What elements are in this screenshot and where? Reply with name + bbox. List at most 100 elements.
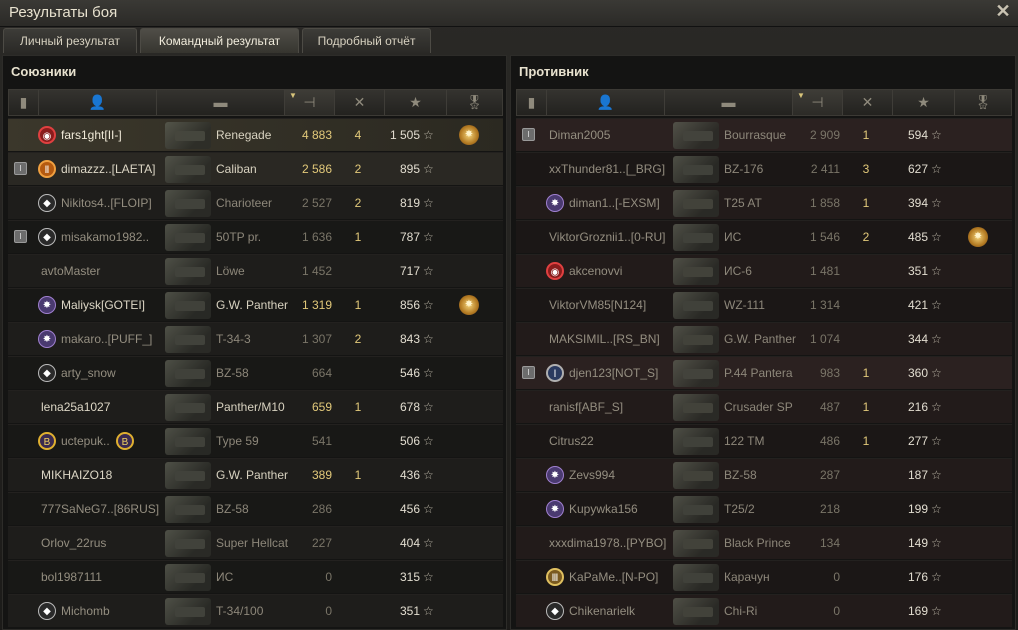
- xp-value: 485: [907, 230, 928, 244]
- star-icon: ☆: [423, 604, 434, 618]
- enemies-header-player[interactable]: 👤: [547, 90, 665, 115]
- xp-value: 216: [907, 400, 928, 414]
- damage-value: 134: [819, 536, 840, 550]
- xp-value: 421: [907, 298, 928, 312]
- table-row[interactable]: 777SaNeG7..[86RUS] BZ-58 286 456 ☆: [8, 492, 503, 525]
- player-name[interactable]: xxThunder81..[_BRG]: [549, 153, 672, 186]
- player-name[interactable]: MIKHAIZO18: [41, 459, 164, 492]
- table-row[interactable]: ✸ Maliysk[GOTEI] G.W. Panther 1 319 1 856 ☆ ✸: [8, 288, 503, 321]
- allies-header-medals[interactable]: 🎖: [447, 90, 502, 115]
- table-row[interactable]: Buctepuk.. B Type 59 541 506 ☆: [8, 424, 503, 457]
- table-row[interactable]: I Ⅰdjen123[NOT_S] P.44 Pantera 983 1 360 ☆: [516, 356, 1012, 389]
- table-row[interactable]: MIKHAIZO18 G.W. Panther 389 1 436 ☆: [8, 458, 503, 491]
- star-icon: ☆: [931, 468, 942, 482]
- star-icon: ☆: [423, 400, 434, 414]
- player-name[interactable]: diman1..[-EXSM]: [569, 187, 672, 220]
- damage-value: 2 586: [301, 162, 332, 176]
- player-name[interactable]: ViktorVM85[N124]: [549, 289, 672, 322]
- player-name[interactable]: misakamo1982..: [61, 221, 164, 254]
- player-name[interactable]: 777SaNeG7..[86RUS]: [41, 493, 164, 526]
- tab-detailed-report[interactable]: Подробный отчёт: [302, 28, 431, 53]
- player-name[interactable]: akcenovvi: [569, 255, 672, 288]
- table-row[interactable]: ✸ Kupywka156 T25/2 218 199 ☆: [516, 492, 1012, 525]
- table-row[interactable]: ✸ diman1..[-EXSM] T25 AT 1 858 1 394 ☆: [516, 186, 1012, 219]
- allies-header-platoon[interactable]: ▮: [9, 90, 39, 115]
- player-name[interactable]: lena25a1027: [41, 391, 164, 424]
- allies-header-xp[interactable]: ★: [385, 90, 447, 115]
- table-row[interactable]: MAKSIMIL..[RS_BN] G.W. Panther 1 074 344 ☆: [516, 322, 1012, 355]
- player-name[interactable]: Kupywka156: [569, 493, 672, 526]
- allies-header-damage[interactable]: ⊣ ▼: [285, 90, 335, 115]
- enemies-header-kills[interactable]: ✕: [843, 90, 893, 115]
- table-row[interactable]: ◆ arty_snow BZ-58 664 546 ☆: [8, 356, 503, 389]
- table-row[interactable]: xxThunder81..[_BRG] BZ-176 2 411 3 627 ☆: [516, 152, 1012, 185]
- enemies-panel: Противник ▮ 👤 ▬ ⊣ ▼ ✕ ★ 🎖 I Diman2005 Bourrasque 2…: [510, 55, 1016, 630]
- table-row[interactable]: ✸ makaro..[PUFF_] T-34-3 1 307 2 843 ☆: [8, 322, 503, 355]
- table-row[interactable]: ◉ akcenovvi ИС-6 1 481 351 ☆: [516, 254, 1012, 287]
- player-name[interactable]: makaro..[PUFF_]: [61, 323, 164, 356]
- table-row[interactable]: Citrus22 122 TM 486 1 277 ☆: [516, 424, 1012, 457]
- table-row[interactable]: ✸ Zevs994 BZ-58 287 187 ☆: [516, 458, 1012, 491]
- allies-header-kills[interactable]: ✕: [335, 90, 385, 115]
- tank-image: [673, 598, 719, 625]
- player-name[interactable]: xxxdima1978..[PYBO]: [549, 527, 672, 560]
- player-name[interactable]: Zevs994: [569, 459, 672, 492]
- player-name[interactable]: fars1ght[II-]: [61, 119, 164, 152]
- tank-image: [165, 530, 211, 557]
- player-name[interactable]: MAKSIMIL..[RS_BN]: [549, 323, 672, 356]
- table-row[interactable]: Ⅲ KaPaMe..[N-PO] Карачун 0 176 ☆: [516, 560, 1012, 593]
- table-row[interactable]: I Diman2005 Bourrasque 2 909 1 594 ☆: [516, 118, 1012, 151]
- player-name[interactable]: avtoMaster: [41, 255, 164, 288]
- tab-personal-result[interactable]: Личный результат: [3, 28, 137, 53]
- tank-image: [673, 428, 719, 455]
- xp-value: 351: [907, 264, 928, 278]
- table-row[interactable]: ◆ Chikenarielk Chi-Ri 0 169 ☆: [516, 594, 1012, 627]
- close-icon[interactable]: ✕: [994, 2, 1012, 20]
- table-row[interactable]: ◆ Nikitos4..[FLOIP] Charioteer 2 527 2 819 ☆: [8, 186, 503, 219]
- table-row[interactable]: ViktorGroznii1..[0-RU] ИС 1 546 2 485 ☆ ✸: [516, 220, 1012, 253]
- player-name[interactable]: Citrus22: [549, 425, 672, 458]
- allies-header-player[interactable]: 👤: [39, 90, 157, 115]
- table-row[interactable]: I Ⅱdimazzz..[LAETA] Caliban 2 586 2 895 ☆: [8, 152, 503, 185]
- table-row[interactable]: Orlov_22rus Super Hellcat 227 404 ☆: [8, 526, 503, 559]
- damage-value: 1 307: [301, 332, 332, 346]
- player-name[interactable]: ranisf[ABF_S]: [549, 391, 672, 424]
- medal-icon[interactable]: ✸: [459, 125, 479, 145]
- enemies-header-platoon[interactable]: ▮: [517, 90, 547, 115]
- player-name[interactable]: ViktorGroznii1..[0-RU]: [549, 221, 672, 254]
- medal-icon[interactable]: ✸: [459, 295, 479, 315]
- tank-image: [165, 496, 211, 523]
- player-name[interactable]: djen123[NOT_S]: [569, 357, 672, 390]
- table-row[interactable]: ◆ Michomb T-34/100 0 351 ☆: [8, 594, 503, 627]
- enemies-header-damage[interactable]: ⊣ ▼: [793, 90, 843, 115]
- enemies-header-vehicle[interactable]: ▬: [665, 90, 793, 115]
- player-name[interactable]: Orlov_22rus: [41, 527, 164, 560]
- damage-value: 1 858: [809, 196, 840, 210]
- medal-icon[interactable]: ✸: [968, 227, 988, 247]
- allies-header-vehicle[interactable]: ▬: [157, 90, 285, 115]
- player-name[interactable]: arty_snow: [61, 357, 164, 390]
- table-row[interactable]: ranisf[ABF_S] Crusader SP 487 1 216 ☆: [516, 390, 1012, 423]
- table-row[interactable]: I ◆ misakamo1982.. 50TP pr. 1 636 1 787 ☆: [8, 220, 503, 253]
- table-row[interactable]: ◉ fars1ght[II-] Renegade 4 883 4 1 505 ☆ ✸: [8, 118, 503, 151]
- player-name[interactable]: Chikenarielk: [569, 595, 672, 628]
- enemies-header-xp[interactable]: ★: [893, 90, 955, 115]
- table-row[interactable]: xxxdima1978..[PYBO] Black Prince 134 149 ☆: [516, 526, 1012, 559]
- tab-team-result[interactable]: Командный результат: [140, 28, 299, 53]
- player-name[interactable]: bol1987111: [41, 561, 164, 594]
- xp-value: 199: [907, 502, 928, 516]
- player-name[interactable]: Michomb: [61, 595, 164, 628]
- table-row[interactable]: bol1987111 ИС 0 315 ☆: [8, 560, 503, 593]
- xp-value: 436: [399, 468, 420, 482]
- player-name[interactable]: Nikitos4..[FLOIP]: [61, 187, 164, 220]
- player-name[interactable]: Maliysk[GOTEI]: [61, 289, 164, 322]
- player-name[interactable]: Diman2005: [549, 119, 672, 152]
- enemies-header-medals[interactable]: 🎖: [955, 90, 1011, 115]
- xp-value: 787: [399, 230, 420, 244]
- player-name[interactable]: KaPaMe..[N-PO]: [569, 561, 672, 594]
- table-row[interactable]: ViktorVM85[N124] WZ-111 1 314 421 ☆: [516, 288, 1012, 321]
- table-row[interactable]: avtoMaster Löwe 1 452 717 ☆: [8, 254, 503, 287]
- table-row[interactable]: lena25a1027 Panther/M10 659 1 678 ☆: [8, 390, 503, 423]
- player-name[interactable]: dimazzz..[LAETA]: [61, 153, 164, 186]
- player-name[interactable]: uctepuk..: [61, 425, 164, 458]
